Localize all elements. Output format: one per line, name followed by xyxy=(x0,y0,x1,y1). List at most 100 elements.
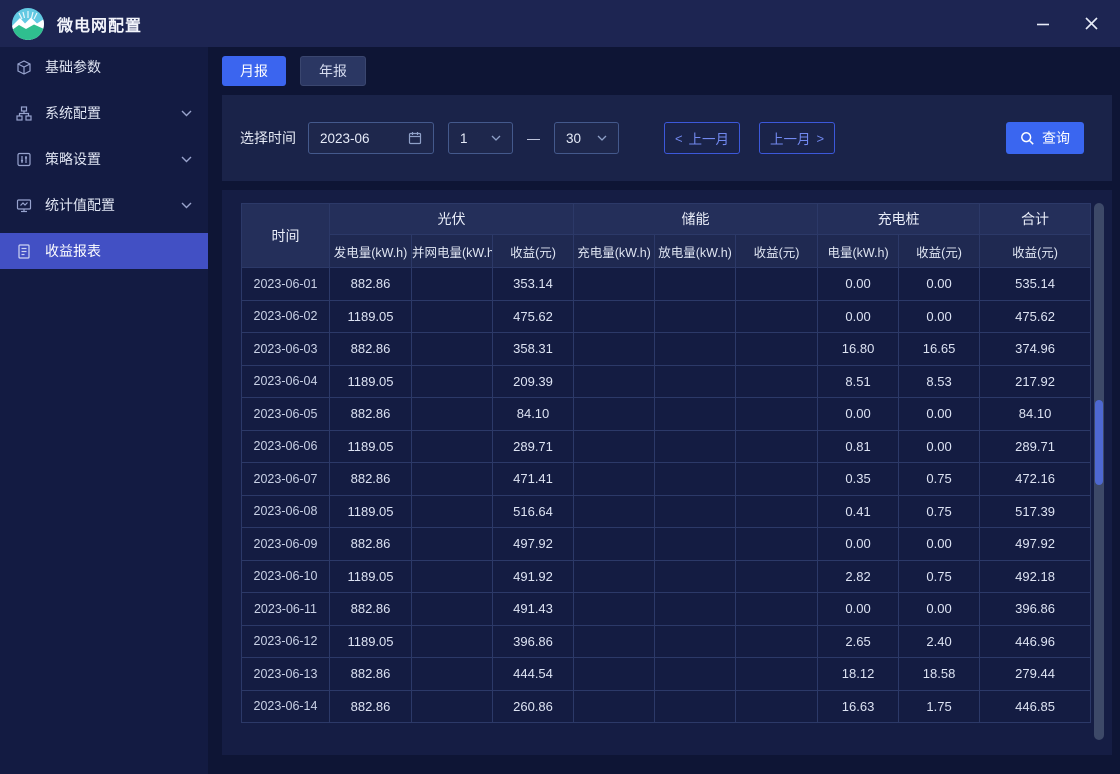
table-cell xyxy=(574,333,655,366)
table-cell: 2023-06-04 xyxy=(242,365,330,398)
table-cell xyxy=(574,463,655,496)
table-cell xyxy=(412,625,493,658)
table-cell: 446.96 xyxy=(980,625,1091,658)
table-cell xyxy=(412,430,493,463)
app-logo-icon xyxy=(12,8,44,40)
table-cell: 289.71 xyxy=(980,430,1091,463)
main-content: 月报年报 选择时间 2023-06 1 — xyxy=(208,47,1120,774)
table-cell xyxy=(736,398,818,431)
table-cell: 279.44 xyxy=(980,658,1091,691)
column-header: 收益(元) xyxy=(736,235,818,268)
table-cell xyxy=(412,560,493,593)
table-cell xyxy=(736,528,818,561)
month-picker[interactable]: 2023-06 xyxy=(308,122,434,154)
sliders-icon xyxy=(16,151,33,168)
table-cell: 1189.05 xyxy=(330,560,412,593)
cube-icon xyxy=(16,59,33,76)
table-cell: 353.14 xyxy=(493,268,574,301)
table-cell: 471.41 xyxy=(493,463,574,496)
app-title: 微电网配置 xyxy=(57,12,142,36)
table-cell: 396.86 xyxy=(980,593,1091,626)
table-cell: 374.96 xyxy=(980,333,1091,366)
table-cell: 358.31 xyxy=(493,333,574,366)
table-cell: 2023-06-13 xyxy=(242,658,330,691)
table-row: 2023-06-14882.86260.8616.631.75446.85 xyxy=(242,690,1091,723)
table-cell: 882.86 xyxy=(330,268,412,301)
prev-month-button[interactable]: < 上一月 xyxy=(664,122,740,154)
day-start-value: 1 xyxy=(460,131,468,146)
day-end-value: 30 xyxy=(566,131,581,146)
table-cell: 0.00 xyxy=(818,268,899,301)
table-cell: 491.43 xyxy=(493,593,574,626)
calendar-icon xyxy=(408,131,422,145)
column-header: 发电量(kW.h) xyxy=(330,235,412,268)
table-cell xyxy=(574,495,655,528)
table-cell xyxy=(412,593,493,626)
table-cell xyxy=(412,300,493,333)
day-end-select[interactable]: 30 xyxy=(554,122,619,154)
chevron-down-icon xyxy=(491,135,501,141)
close-button[interactable] xyxy=(1076,9,1106,39)
next-month-button[interactable]: 上一月 > xyxy=(759,122,835,154)
table-cell xyxy=(736,365,818,398)
table-row: 2023-06-101189.05491.922.820.75492.18 xyxy=(242,560,1091,593)
table-cell: 882.86 xyxy=(330,398,412,431)
day-start-select[interactable]: 1 xyxy=(448,122,513,154)
table-cell: 475.62 xyxy=(493,300,574,333)
month-picker-value: 2023-06 xyxy=(320,131,370,146)
table-cell xyxy=(655,430,736,463)
table-cell: 2.40 xyxy=(899,625,980,658)
table-cell xyxy=(655,625,736,658)
tab-yearly[interactable]: 年报 xyxy=(300,56,366,86)
table-cell: 217.92 xyxy=(980,365,1091,398)
tab-monthly[interactable]: 月报 xyxy=(222,56,286,86)
table-cell: 2.82 xyxy=(818,560,899,593)
table-cell: 0.75 xyxy=(899,495,980,528)
table-cell: 1189.05 xyxy=(330,430,412,463)
table-cell xyxy=(412,365,493,398)
table-scrollbar[interactable] xyxy=(1094,203,1104,740)
table-cell: 516.64 xyxy=(493,495,574,528)
table-row: 2023-06-041189.05209.398.518.53217.92 xyxy=(242,365,1091,398)
table-cell xyxy=(736,625,818,658)
chevron-down-icon xyxy=(181,156,192,163)
table-cell: 472.16 xyxy=(980,463,1091,496)
table-cell xyxy=(412,333,493,366)
table-cell: 517.39 xyxy=(980,495,1091,528)
table-cell xyxy=(655,398,736,431)
sidebar-item-revenue-report[interactable]: 收益报表 xyxy=(0,233,208,269)
scrollbar-thumb[interactable] xyxy=(1095,400,1103,485)
sidebar-item-system-config[interactable]: 系统配置 xyxy=(0,95,208,131)
table-cell: 882.86 xyxy=(330,593,412,626)
column-group-header: 合计 xyxy=(980,204,1091,235)
minimize-button[interactable] xyxy=(1028,9,1058,39)
monitor-icon xyxy=(16,197,33,214)
chevron-down-icon xyxy=(597,135,607,141)
table-cell: 2023-06-01 xyxy=(242,268,330,301)
sidebar-item-label: 策略设置 xyxy=(45,149,101,169)
table-cell xyxy=(736,463,818,496)
table-cell: 8.53 xyxy=(899,365,980,398)
table-cell: 209.39 xyxy=(493,365,574,398)
table-row: 2023-06-13882.86444.5418.1218.58279.44 xyxy=(242,658,1091,691)
table-cell xyxy=(574,593,655,626)
table-cell: 18.12 xyxy=(818,658,899,691)
query-button[interactable]: 查询 xyxy=(1006,122,1084,154)
table-cell: 1189.05 xyxy=(330,300,412,333)
sidebar-item-strategy-settings[interactable]: 策略设置 xyxy=(0,141,208,177)
table-cell: 1189.05 xyxy=(330,625,412,658)
network-icon xyxy=(16,105,33,122)
sidebar-item-label: 收益报表 xyxy=(45,241,101,261)
table-cell: 8.51 xyxy=(818,365,899,398)
table-cell: 882.86 xyxy=(330,690,412,723)
column-group-header: 充电桩 xyxy=(818,204,980,235)
sidebar-item-stats-config[interactable]: 统计值配置 xyxy=(0,187,208,223)
table-cell: 882.86 xyxy=(330,333,412,366)
sidebar-item-basic-params[interactable]: 基础参数 xyxy=(0,49,208,85)
select-time-label: 选择时间 xyxy=(240,128,296,148)
table-cell: 497.92 xyxy=(493,528,574,561)
table-cell xyxy=(574,300,655,333)
table-cell: 882.86 xyxy=(330,658,412,691)
table-cell: 492.18 xyxy=(980,560,1091,593)
table-cell: 2023-06-02 xyxy=(242,300,330,333)
